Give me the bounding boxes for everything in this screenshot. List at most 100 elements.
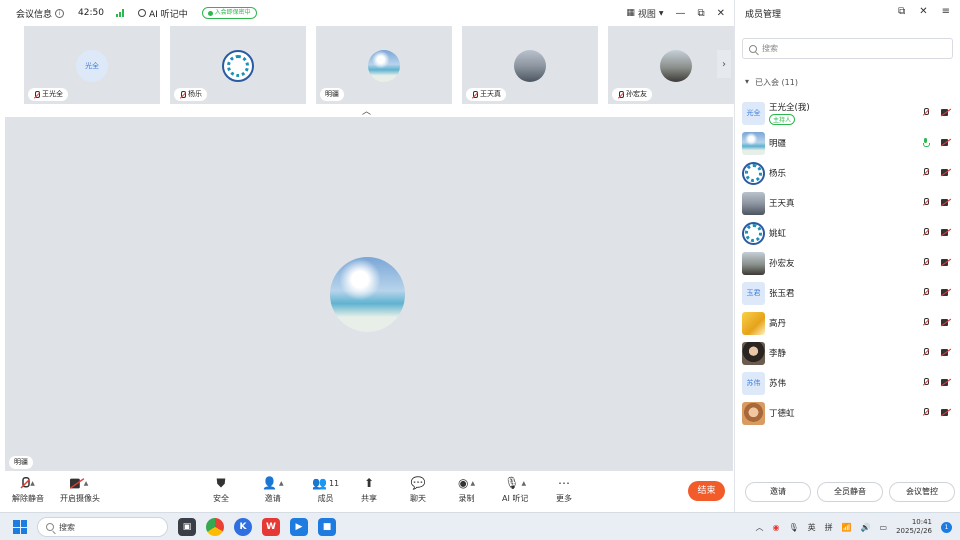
members-button[interactable]: 👥 11 成员 [312, 475, 339, 504]
list-item[interactable]: 姚虹 [735, 218, 960, 248]
signal-icon[interactable] [115, 9, 124, 17]
camera-off-icon[interactable] [941, 318, 951, 326]
member-name: 李静 [769, 349, 787, 359]
meeting-app-icon[interactable]: ■ [318, 518, 336, 536]
mic-muted-icon[interactable] [922, 288, 929, 296]
mic-on-icon[interactable] [922, 138, 930, 147]
mic-muted-icon[interactable] [922, 168, 929, 176]
camera-off-icon[interactable] [941, 108, 951, 116]
tray-app-icon[interactable]: ◉ [772, 523, 779, 532]
security-badge[interactable]: 入会即保密中 [201, 7, 257, 19]
list-item[interactable]: 高丹 [735, 308, 960, 338]
chevron-down-icon[interactable]: ▲ [30, 480, 35, 487]
camera-off-icon[interactable] [941, 408, 951, 416]
member-group-header[interactable]: ▾ 已入会 (11) [745, 77, 798, 88]
list-item[interactable]: 丁德虹 [735, 398, 960, 428]
list-item[interactable]: 孙宏友 [735, 248, 960, 278]
ai-notes-button[interactable]: 🎙 ▲ AI 听记 [502, 475, 528, 504]
menu-icon[interactable]: ≡ [942, 6, 950, 17]
mic-muted-icon[interactable] [922, 228, 929, 236]
record-button[interactable]: ◉ ▲ 录制 [458, 475, 475, 504]
mic-muted-icon[interactable] [922, 318, 929, 326]
camera-off-icon[interactable] [941, 168, 951, 176]
mic-muted-icon [33, 90, 40, 99]
mic-muted-icon[interactable] [922, 198, 929, 206]
ime-language[interactable]: 英 [808, 522, 816, 533]
chevron-right-icon[interactable]: › [717, 50, 731, 78]
mic-muted-icon[interactable] [922, 258, 929, 266]
list-item[interactable]: 杨乐 [735, 158, 960, 188]
security-button[interactable]: ⛊ 安全 [213, 475, 229, 504]
close-icon[interactable]: ✕ [919, 6, 927, 17]
video-thumbnail[interactable]: 光全 王光全 [24, 26, 160, 104]
avatar [742, 191, 765, 215]
start-icon[interactable] [13, 520, 27, 534]
ai-notes-status[interactable]: AI 听记中 [137, 7, 188, 20]
battery-icon[interactable]: ▭ [880, 523, 888, 532]
wps-icon[interactable]: W [262, 518, 280, 536]
mic-muted-icon[interactable] [922, 108, 929, 116]
invite-button[interactable]: 👤 ▲ 邀请 [262, 475, 284, 504]
invite-button[interactable]: 邀请 [745, 482, 811, 502]
chevron-down-icon[interactable]: ▲ [521, 480, 526, 487]
chevron-up-icon[interactable]: ︿ [755, 522, 763, 533]
view-button[interactable]: ▦ 视图 ▼ [626, 7, 663, 20]
mic-tray-icon[interactable]: 🎙 [788, 523, 798, 532]
camera-off-icon[interactable] [941, 348, 951, 356]
list-item[interactable]: 苏伟 苏伟 [735, 368, 960, 398]
camera-off-icon[interactable] [941, 228, 951, 236]
participant-label: 王天真 [466, 88, 506, 101]
share-label: 共享 [361, 494, 377, 503]
video-thumbnail[interactable]: 王天真 [462, 26, 598, 104]
camera-off-icon[interactable] [941, 258, 951, 266]
list-item[interactable]: 李静 [735, 338, 960, 368]
task-view-icon[interactable]: ▣ [178, 518, 196, 536]
chat-icon: 💬 [410, 476, 426, 490]
camera-off-icon[interactable] [941, 139, 951, 146]
ime-mode[interactable]: 拼 [825, 522, 833, 533]
camera-button[interactable]: ▲ 开启摄像头 [60, 475, 100, 504]
mute-all-button[interactable]: 全员静音 [817, 482, 883, 502]
camera-off-icon[interactable] [941, 198, 951, 206]
meeting-info-button[interactable]: 会议信息 i [16, 7, 65, 20]
view-label: 视图 [637, 9, 656, 20]
feishu-icon[interactable]: ▶ [290, 518, 308, 536]
volume-icon[interactable]: 🔊 [861, 523, 871, 532]
share-button[interactable]: ⬆ 共享 [361, 475, 377, 504]
k-app-icon[interactable]: K [234, 518, 252, 536]
chevron-down-icon[interactable]: ▲ [470, 480, 475, 487]
minimize-icon[interactable]: — [675, 8, 685, 19]
chevron-down-icon[interactable]: ▲ [84, 480, 89, 487]
speaker-name: 明疆 [9, 456, 33, 469]
member-name: 王天真 [769, 199, 795, 209]
list-item[interactable]: 明疆 [735, 128, 960, 158]
popout-icon[interactable]: ⧉ [898, 6, 905, 17]
camera-off-icon[interactable] [941, 378, 951, 386]
taskbar-clock[interactable]: 10:41 2025/2/26 [896, 518, 932, 536]
camera-off-icon[interactable] [941, 288, 951, 296]
chat-button[interactable]: 💬 聊天 [410, 475, 426, 504]
video-thumbnail[interactable]: 明疆 [316, 26, 452, 104]
video-thumbnail[interactable]: 杨乐 [170, 26, 306, 104]
end-meeting-button[interactable]: 结束 [688, 481, 725, 501]
wifi-icon[interactable]: 📶 [842, 523, 852, 532]
restore-icon[interactable]: ⧉ [697, 8, 704, 19]
close-icon[interactable]: ✕ [717, 8, 725, 19]
chevron-up-icon[interactable]: ︿ [362, 104, 371, 117]
list-item[interactable]: 王天真 [735, 188, 960, 218]
chevron-down-icon[interactable]: ▲ [279, 480, 284, 487]
mic-muted-icon[interactable] [922, 378, 929, 386]
unmute-button[interactable]: ▲ 解除静音 [12, 475, 44, 504]
member-search-input[interactable]: 搜索 [742, 38, 953, 59]
chrome-icon[interactable] [206, 518, 224, 536]
taskbar-search-input[interactable]: 搜索 [37, 517, 168, 537]
list-item[interactable]: 玉君 张玉君 [735, 278, 960, 308]
mic-muted-icon[interactable] [922, 348, 929, 356]
mic-muted-icon[interactable] [922, 408, 929, 416]
notification-badge[interactable]: 1 [941, 521, 952, 533]
more-button[interactable]: ⋯ 更多 [556, 475, 572, 504]
list-item[interactable]: 光全 王光全(我) 主持人 [735, 98, 960, 128]
info-icon: i [55, 8, 65, 18]
meeting-control-button[interactable]: 会议管控 [889, 482, 955, 502]
main-video-stage[interactable]: 明疆 [5, 117, 733, 471]
